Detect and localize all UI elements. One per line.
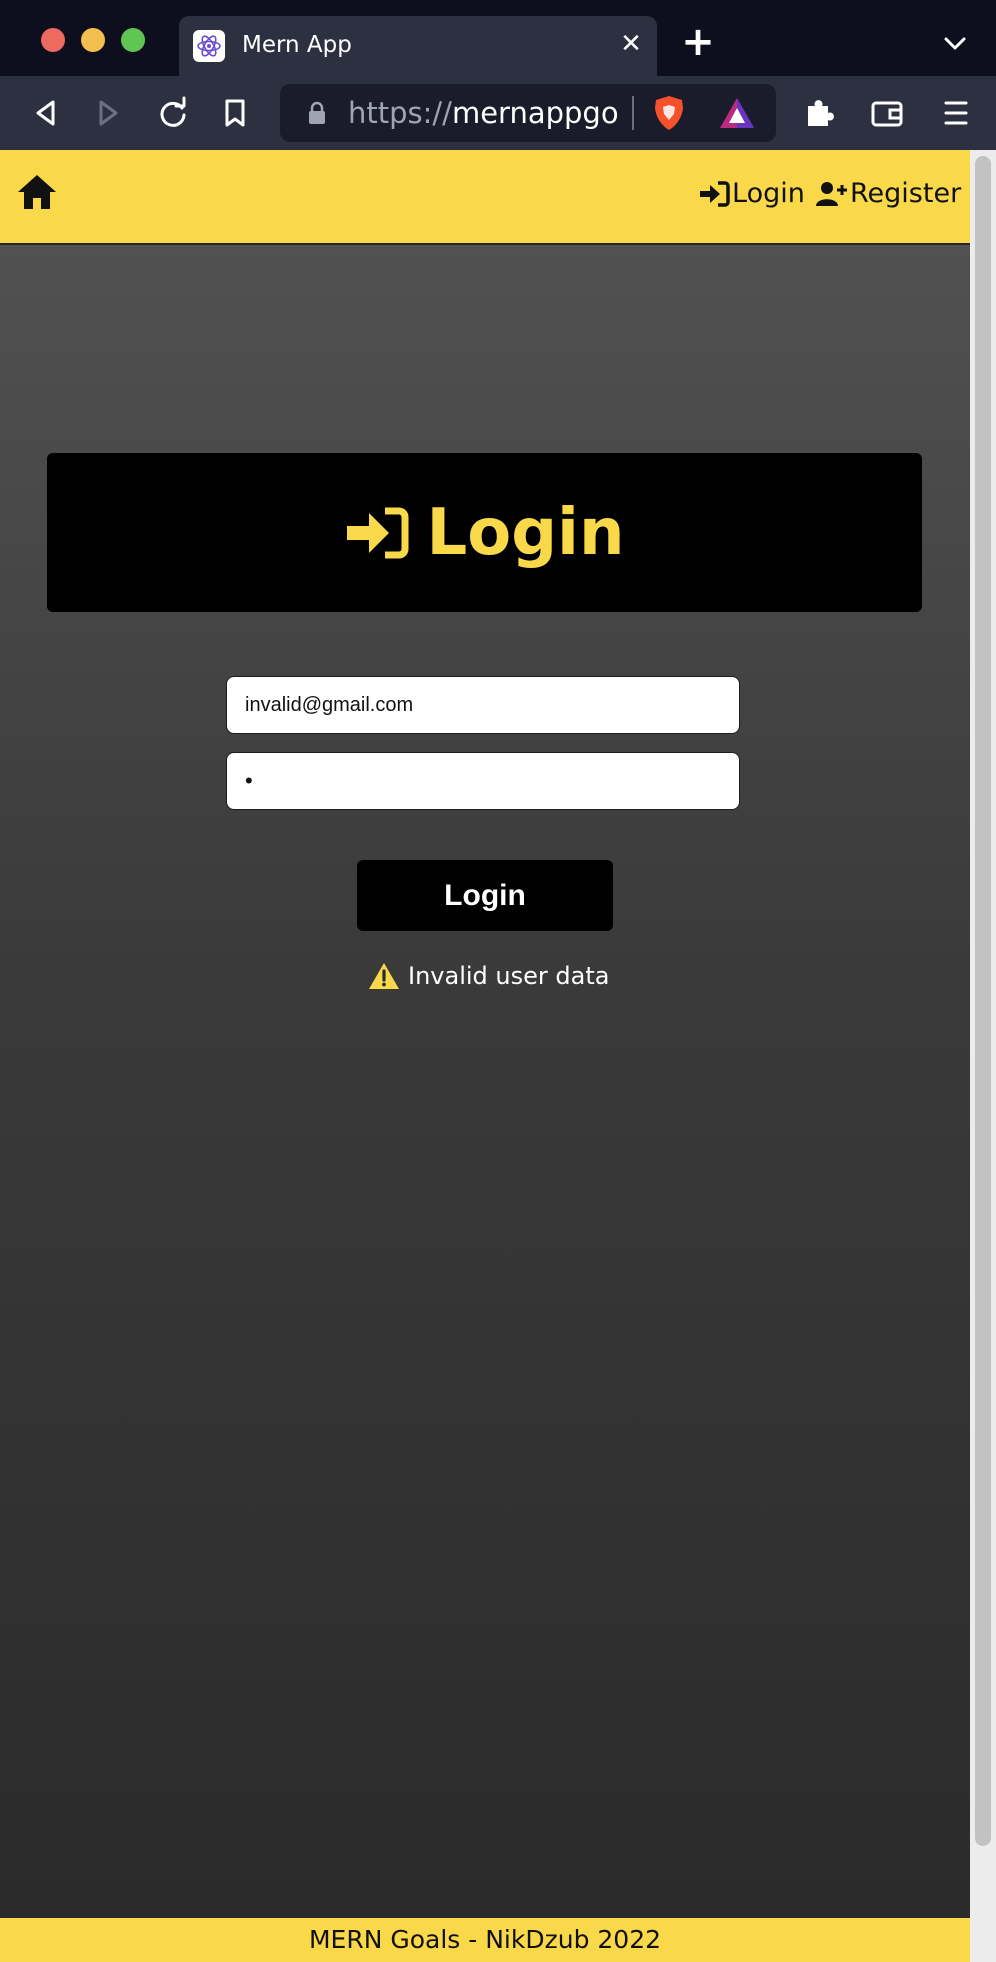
lock-icon[interactable]: [306, 101, 328, 125]
user-plus-icon: [816, 181, 847, 206]
error-message-text: Invalid user data: [408, 962, 610, 990]
home-icon[interactable]: [16, 172, 58, 212]
warning-icon: [369, 963, 399, 989]
page-viewport: Login Register Login Login Invalid user …: [0, 150, 970, 1962]
sign-in-icon: [347, 507, 409, 558]
close-tab-icon[interactable]: ✕: [615, 28, 647, 60]
login-heading-banner: Login: [47, 453, 922, 612]
app-footer: MERN Goals - NikDzub 2022: [0, 1918, 970, 1962]
url-host: mernappgo...: [451, 96, 620, 130]
email-field[interactable]: [226, 676, 740, 734]
nav-register-link[interactable]: Register: [816, 178, 961, 209]
url-scheme: https://: [348, 96, 452, 130]
browser-toolbar: https://mernappgo...: [0, 76, 996, 150]
scrollbar-thumb[interactable]: [975, 156, 991, 1846]
browser-titlebar: Mern App ✕ +: [0, 0, 996, 76]
brave-shields-icon[interactable]: [652, 94, 686, 132]
new-tab-button[interactable]: +: [680, 22, 716, 62]
nav-register-label: Register: [850, 178, 962, 209]
wallet-icon[interactable]: [868, 94, 906, 132]
nav-login-link[interactable]: Login: [698, 178, 805, 209]
page-title: Login: [344, 495, 625, 570]
back-icon[interactable]: [26, 94, 64, 132]
close-window-button[interactable]: [41, 28, 65, 52]
page-scrollbar[interactable]: [970, 150, 996, 1962]
error-message: Invalid user data: [368, 962, 609, 990]
url-text[interactable]: https://mernappgo...: [348, 96, 620, 130]
nav-login-label: Login: [732, 178, 805, 209]
react-favicon-icon: [193, 30, 225, 62]
extensions-icon[interactable]: [800, 94, 838, 132]
app-header: Login Register: [0, 150, 970, 245]
tab-title: Mern App: [242, 32, 352, 58]
sign-in-icon: [700, 180, 730, 207]
browser-tab[interactable]: Mern App ✕: [179, 16, 657, 76]
address-bar[interactable]: https://mernappgo...: [280, 84, 776, 142]
login-submit-button[interactable]: Login: [357, 860, 613, 931]
forward-icon[interactable]: [90, 94, 128, 132]
page-title-text: Login: [426, 495, 625, 570]
reload-icon[interactable]: [154, 94, 192, 132]
brave-rewards-icon[interactable]: [718, 96, 756, 130]
tab-list-chevron-icon[interactable]: [940, 28, 970, 58]
hamburger-menu-icon[interactable]: [938, 94, 974, 132]
bookmark-icon[interactable]: [216, 94, 254, 132]
password-field[interactable]: [226, 752, 740, 810]
url-divider: [632, 96, 634, 130]
zoom-window-button[interactable]: [121, 28, 145, 52]
minimize-window-button[interactable]: [81, 28, 105, 52]
